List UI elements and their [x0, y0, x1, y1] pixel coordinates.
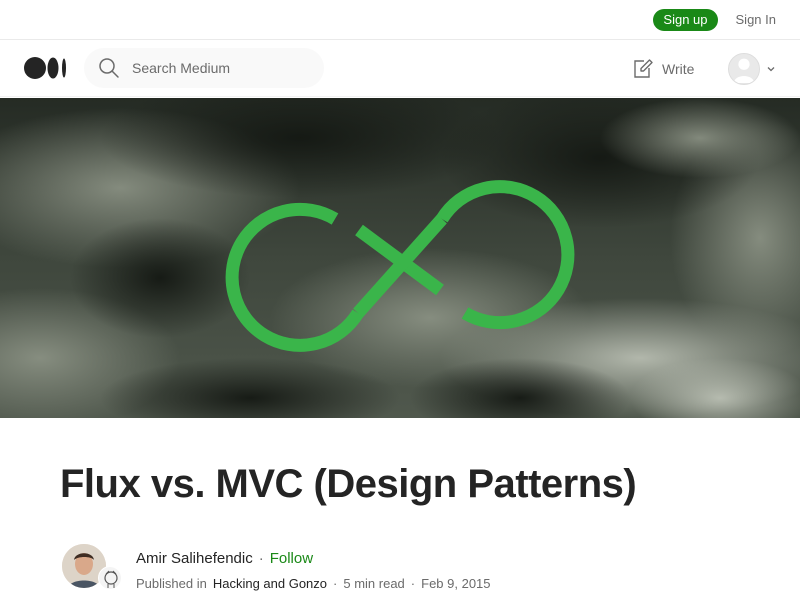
read-time: 5 min read	[343, 576, 405, 591]
pencil-square-icon	[632, 58, 654, 80]
write-label: Write	[662, 60, 695, 77]
search-input[interactable]	[130, 59, 310, 77]
site-header: Write	[0, 40, 800, 97]
user-avatar	[728, 52, 760, 85]
follow-button[interactable]: Follow	[270, 550, 313, 567]
hero-image	[0, 98, 800, 418]
signin-link[interactable]: Sign In	[732, 12, 776, 27]
byline-author-row: Amir Salihefendic · Follow	[136, 550, 313, 567]
write-button[interactable]: Write	[632, 40, 694, 97]
medium-logo-icon[interactable]	[24, 56, 68, 80]
search-box[interactable]	[84, 48, 324, 88]
byline: Amir Salihefendic · Follow Published in …	[62, 544, 762, 592]
publication-link[interactable]: Hacking and Gonzo	[213, 576, 327, 591]
chevron-down-icon	[766, 64, 776, 74]
separator-dot: ·	[333, 576, 338, 591]
publication-avatar[interactable]	[98, 566, 122, 590]
byline-meta-row: Published in Hacking and Gonzo · 5 min r…	[136, 576, 491, 591]
separator-dot: ·	[410, 576, 416, 591]
author-name-link[interactable]: Amir Salihefendic	[136, 550, 253, 567]
top-bar: Sign up Sign In	[0, 0, 800, 40]
separator-dot: ·	[258, 550, 264, 567]
signup-button[interactable]: Sign up	[653, 8, 718, 31]
user-menu[interactable]	[728, 40, 776, 97]
publish-date: Feb 9, 2015	[421, 576, 491, 591]
search-icon	[98, 57, 120, 79]
published-in-label: Published in	[136, 576, 207, 591]
article-title: Flux vs. MVC (Design Patterns)	[60, 462, 637, 506]
